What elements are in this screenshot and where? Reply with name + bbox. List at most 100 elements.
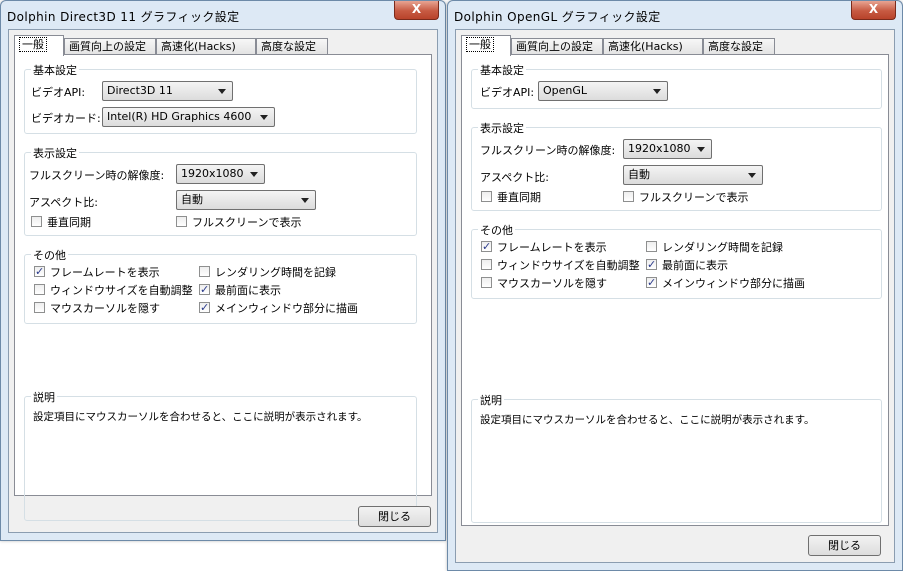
checkbox-label: フレームレートを表示 <box>497 241 607 254</box>
checkbox-label: 垂直同期 <box>497 191 541 204</box>
select-value: 自動 <box>628 168 650 181</box>
group-legend: 表示設定 <box>478 120 526 136</box>
checkbox-box <box>481 191 492 202</box>
fullscreen-checkbox[interactable]: フルスクリーンで表示 <box>176 216 301 230</box>
group-legend: 表示設定 <box>31 145 79 161</box>
checkbox-box <box>199 301 210 314</box>
group-legend: 説明 <box>31 389 57 405</box>
fullscreen-checkbox[interactable]: フルスクリーンで表示 <box>623 191 748 205</box>
chevron-down-icon <box>697 147 705 152</box>
select-value: 自動 <box>181 193 203 206</box>
checkbox-box <box>481 240 492 253</box>
other-settings-group: その他 フレームレートを表示 レンダリング時間を記録 ウィンドウサイズを自動調整… <box>24 247 417 324</box>
window-title: Dolphin OpenGL グラフィック設定 <box>454 10 661 24</box>
other-settings-group: その他 フレームレートを表示 レンダリング時間を記録 ウィンドウサイズを自動調整… <box>471 222 882 299</box>
tab-general[interactable]: 一般 <box>461 35 511 56</box>
title-bar[interactable]: Dolphin OpenGL グラフィック設定 X <box>448 1 902 29</box>
tab-enhancements[interactable]: 画質向上の設定 <box>511 38 603 54</box>
select-value: Direct3D 11 <box>107 84 173 97</box>
checkbox-label: マウスカーソルを隠す <box>50 302 160 315</box>
chevron-down-icon <box>653 89 661 94</box>
checkbox-label: レンダリング時間を記録 <box>215 266 336 279</box>
checkbox-box <box>34 302 45 313</box>
video-card-label: ビデオカード: <box>31 112 101 125</box>
close-button[interactable]: 閉じる <box>808 535 881 556</box>
checkbox-label: メインウィンドウ部分に描画 <box>215 302 358 315</box>
window-close-button[interactable]: X <box>851 1 896 20</box>
video-api-select[interactable]: Direct3D 11 <box>102 81 233 101</box>
checkbox-label: ウィンドウサイズを自動調整 <box>497 259 640 272</box>
tab-advanced[interactable]: 高度な設定 <box>703 38 775 54</box>
checkbox-box <box>34 284 45 295</box>
close-button[interactable]: 閉じる <box>358 506 431 527</box>
aspect-ratio-label: アスペクト比: <box>480 171 549 184</box>
render-to-main-checkbox[interactable]: メインウィンドウ部分に描画 <box>646 276 805 291</box>
group-legend: 説明 <box>478 392 504 408</box>
hide-cursor-checkbox[interactable]: マウスカーソルを隠す <box>481 277 607 291</box>
window-close-button[interactable]: X <box>394 1 439 20</box>
fullscreen-resolution-select[interactable]: 1920x1080 <box>623 139 712 159</box>
hide-cursor-checkbox[interactable]: マウスカーソルを隠す <box>34 302 160 316</box>
fullscreen-resolution-select[interactable]: 1920x1080 <box>176 164 265 184</box>
aspect-ratio-select[interactable]: 自動 <box>176 190 316 210</box>
checkbox-label: 最前面に表示 <box>662 259 728 272</box>
select-value: 1920x1080 <box>181 167 244 180</box>
tab-general[interactable]: 一般 <box>14 35 64 56</box>
video-card-select[interactable]: Intel(R) HD Graphics 4600 <box>102 107 275 127</box>
tab-hacks[interactable]: 高速化(Hacks) <box>603 38 703 54</box>
checkbox-box <box>623 191 634 202</box>
auto-window-size-checkbox[interactable]: ウィンドウサイズを自動調整 <box>481 259 640 273</box>
video-api-label: ビデオAPI: <box>480 86 535 99</box>
checkbox-box <box>176 216 187 227</box>
checkbox-box <box>199 266 210 277</box>
description-text: 設定項目にマウスカーソルを合わせると、ここに説明が表示されます。 <box>480 414 815 426</box>
tab-enhancements[interactable]: 画質向上の設定 <box>64 38 156 54</box>
show-fps-checkbox[interactable]: フレームレートを表示 <box>481 240 607 255</box>
checkbox-label: 最前面に表示 <box>215 284 281 297</box>
group-legend: その他 <box>31 247 68 263</box>
checkbox-label: 垂直同期 <box>47 216 91 229</box>
show-fps-checkbox[interactable]: フレームレートを表示 <box>34 265 160 280</box>
log-render-time-checkbox[interactable]: レンダリング時間を記録 <box>199 266 336 280</box>
description-group: 説明 設定項目にマウスカーソルを合わせると、ここに説明が表示されます。 <box>471 392 882 523</box>
display-settings-group: 表示設定 フルスクリーン時の解像度: 1920x1080 アスペクト比: 自動 … <box>471 120 882 211</box>
vsync-checkbox[interactable]: 垂直同期 <box>31 216 91 230</box>
checkbox-box <box>646 276 657 289</box>
aspect-ratio-label: アスペクト比: <box>29 196 98 209</box>
checkbox-label: フルスクリーンで表示 <box>192 216 302 229</box>
title-bar[interactable]: Dolphin Direct3D 11 グラフィック設定 X <box>1 1 445 29</box>
checkbox-box <box>481 259 492 270</box>
basic-settings-group: 基本設定 ビデオAPI: Direct3D 11 ビデオカード: Intel(R… <box>24 62 417 134</box>
select-value: OpenGL <box>543 84 588 97</box>
group-legend: 基本設定 <box>31 62 79 78</box>
vsync-checkbox[interactable]: 垂直同期 <box>481 191 541 205</box>
checkbox-box <box>646 258 657 271</box>
d3d11-settings-window: Dolphin Direct3D 11 グラフィック設定 X 一般 画質向上の設… <box>0 0 446 541</box>
log-render-time-checkbox[interactable]: レンダリング時間を記録 <box>646 241 783 255</box>
tab-hacks[interactable]: 高速化(Hacks) <box>156 38 256 54</box>
render-to-main-checkbox[interactable]: メインウィンドウ部分に描画 <box>199 301 358 316</box>
keep-on-top-checkbox[interactable]: 最前面に表示 <box>199 283 281 298</box>
video-api-select[interactable]: OpenGL <box>538 81 668 101</box>
fullscreen-resolution-label: フルスクリーン時の解像度: <box>29 169 165 182</box>
checkbox-box <box>646 241 657 252</box>
display-settings-group: 表示設定 フルスクリーン時の解像度: 1920x1080 アスペクト比: 自動 … <box>24 145 417 236</box>
checkbox-label: メインウィンドウ部分に描画 <box>662 277 805 290</box>
checkbox-label: マウスカーソルを隠す <box>497 277 607 290</box>
group-legend: その他 <box>478 222 515 238</box>
checkbox-label: フレームレートを表示 <box>50 266 160 279</box>
checkbox-label: レンダリング時間を記録 <box>662 241 783 254</box>
checkbox-label: フルスクリーンで表示 <box>639 191 749 204</box>
basic-settings-group: 基本設定 ビデオAPI: OpenGL <box>471 62 882 109</box>
chevron-down-icon <box>748 173 756 178</box>
description-text: 設定項目にマウスカーソルを合わせると、ここに説明が表示されます。 <box>33 411 368 423</box>
tab-label: 一般 <box>19 37 47 52</box>
checkbox-box <box>481 277 492 288</box>
auto-window-size-checkbox[interactable]: ウィンドウサイズを自動調整 <box>34 284 193 298</box>
tab-advanced[interactable]: 高度な設定 <box>256 38 328 54</box>
aspect-ratio-select[interactable]: 自動 <box>623 165 763 185</box>
video-api-label: ビデオAPI: <box>31 86 86 99</box>
checkbox-box <box>31 216 42 227</box>
chevron-down-icon <box>260 115 268 120</box>
keep-on-top-checkbox[interactable]: 最前面に表示 <box>646 258 728 273</box>
